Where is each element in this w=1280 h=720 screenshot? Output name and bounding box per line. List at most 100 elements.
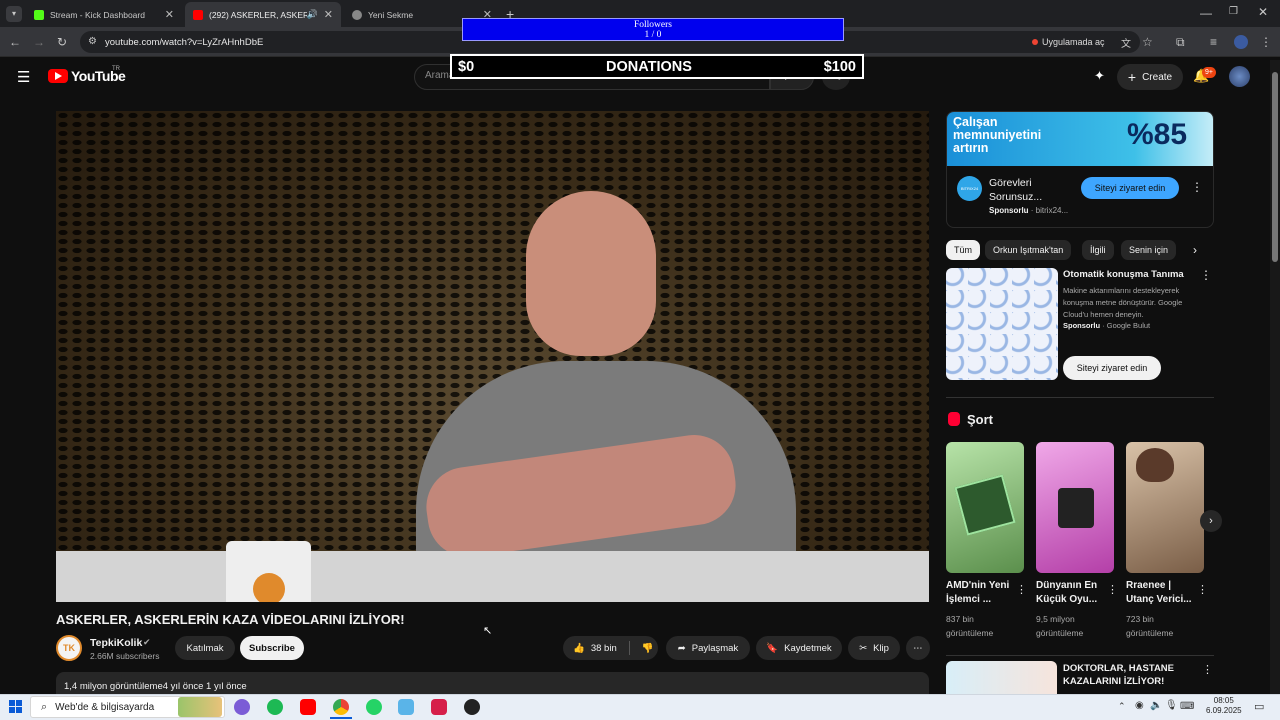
- channel-name[interactable]: TepkiKolik: [90, 637, 142, 649]
- ad2-title[interactable]: Otomatik konuşma Tanıma: [1063, 269, 1184, 280]
- obs-app-icon[interactable]: [464, 699, 480, 715]
- settings-app-icon[interactable]: [398, 699, 414, 715]
- sponsored-ad-card[interactable]: Çalışan memnuniyetini artırın %85 BITRIX…: [946, 111, 1214, 228]
- reload-icon[interactable]: ↻: [57, 35, 67, 49]
- ad-sponsor-line: Sponsorlu · bitrix24...: [989, 206, 1069, 215]
- forward-icon[interactable]: →: [33, 35, 45, 49]
- vivaldi-app-icon[interactable]: [431, 699, 447, 715]
- subscribe-button[interactable]: Subscribe: [240, 636, 304, 660]
- chrome-menu-icon[interactable]: ⋮: [1260, 35, 1272, 49]
- donations-overlay: $0 DONATIONS $100: [450, 54, 864, 79]
- dislike-button[interactable]: 👎: [642, 643, 654, 654]
- thumbs-up-icon: 👍: [573, 642, 585, 654]
- next-video-thumbnail[interactable]: [946, 661, 1057, 694]
- like-dislike-group: 👍 38 bin 👎: [563, 636, 658, 660]
- translate-icon[interactable]: 文: [1121, 35, 1131, 50]
- back-icon[interactable]: ←: [9, 35, 21, 49]
- short-title[interactable]: Rraenee | Utanç Verici...: [1126, 579, 1196, 607]
- short-menu-icon[interactable]: ⋮: [1107, 583, 1118, 596]
- tray-chevron-icon[interactable]: ⌃: [1118, 701, 1126, 712]
- network-icon[interactable]: ◉: [1135, 700, 1144, 711]
- followers-overlay: Followers 1 / 0: [462, 18, 844, 41]
- youtube-favicon-icon: [193, 9, 203, 20]
- volume-icon[interactable]: 🔈: [1150, 700, 1162, 711]
- notification-center-icon[interactable]: ▭: [1254, 700, 1264, 713]
- microphone-tray-icon[interactable]: 🎙: [1165, 700, 1178, 711]
- share-button[interactable]: ➦ Paylaşmak: [666, 636, 750, 660]
- video-title: ASKERLER, ASKERLERİN KAZA VİDEOLARINI İZ…: [56, 612, 405, 627]
- ad2-menu-icon[interactable]: ⋮: [1200, 268, 1212, 282]
- profile-avatar-icon[interactable]: [1234, 35, 1248, 49]
- close-tab-icon[interactable]: ✕: [165, 8, 174, 21]
- hamburger-menu-icon[interactable]: ☰: [17, 68, 30, 86]
- extensions-icon[interactable]: ⧉: [1176, 35, 1185, 50]
- scrollbar-thumb[interactable]: [1272, 72, 1278, 262]
- close-tab-icon[interactable]: ✕: [324, 8, 333, 21]
- site-info-icon[interactable]: ⚙: [88, 36, 97, 47]
- chips-next-chevron-icon[interactable]: ›: [1193, 243, 1197, 257]
- clock-time: 08:05: [1213, 696, 1234, 705]
- chip-related[interactable]: İlgili: [1082, 240, 1114, 260]
- app-dot-icon: [1032, 39, 1038, 45]
- chip-all[interactable]: Tüm: [946, 240, 980, 260]
- short-title[interactable]: Dünyanın En Küçük Oyu...: [1036, 579, 1106, 607]
- tab-kick-dashboard[interactable]: Stream - Kick Dashboard ✕: [26, 2, 182, 27]
- chrome-favicon-icon: [352, 9, 362, 20]
- open-in-app-button[interactable]: Uygulamada aç: [1026, 34, 1111, 50]
- section-divider: [946, 397, 1214, 398]
- url-text[interactable]: youtube.com/watch?v=LyZrAHnhDbE: [105, 37, 263, 48]
- short-title[interactable]: AMD'nin Yeni İşlemci ...: [946, 579, 1012, 607]
- donations-min: $0: [458, 58, 475, 75]
- audio-playing-icon[interactable]: 🔊: [307, 9, 318, 20]
- ad-thumbnail[interactable]: [946, 268, 1058, 380]
- clip-button[interactable]: ✂ Klip: [848, 636, 900, 660]
- account-avatar[interactable]: [1229, 66, 1250, 87]
- next-video-title[interactable]: DOKTORLAR, HASTANE KAZALARINI İZLİYOR!: [1063, 662, 1193, 688]
- tab-youtube-video[interactable]: (292) ASKERLER, ASKERLERİ 🔊 ✕: [185, 2, 341, 27]
- bookmark-star-icon[interactable]: ☆: [1142, 35, 1153, 49]
- close-window-icon[interactable]: ✕: [1258, 5, 1268, 19]
- shorts-next-chevron-icon[interactable]: ›: [1200, 510, 1222, 532]
- ad-title[interactable]: Görevleri Sorunsuz...: [989, 176, 1074, 204]
- video-player[interactable]: [56, 111, 929, 602]
- save-button[interactable]: 🔖 Kaydetmek: [756, 636, 842, 660]
- more-actions-button[interactable]: ⋯: [906, 636, 930, 660]
- join-button[interactable]: Katılmak: [175, 636, 235, 660]
- minimize-icon[interactable]: —: [1200, 6, 1212, 20]
- like-button[interactable]: 👍 38 bin: [573, 643, 617, 654]
- ad2-sponsor-line: Sponsorlu · Google Bulut: [1063, 321, 1151, 330]
- visit-site-button[interactable]: Siteyi ziyaret edin: [1081, 177, 1179, 199]
- chip-for-you[interactable]: Senin için: [1121, 240, 1177, 260]
- short-thumbnail[interactable]: [1126, 442, 1204, 573]
- ad-menu-icon[interactable]: ⋮: [1191, 180, 1203, 194]
- spotify-app-icon[interactable]: [267, 699, 283, 715]
- kick-favicon-icon: [34, 9, 44, 20]
- advertiser-logo[interactable]: BITRIX24: [957, 176, 982, 201]
- next-video-menu-icon[interactable]: ⋮: [1202, 663, 1213, 676]
- mini-pc-shape: [1058, 488, 1094, 528]
- chrome-app-icon[interactable]: [333, 699, 349, 715]
- chip-from-channel[interactable]: Orkun Işıtmak'tan: [985, 240, 1072, 260]
- premium-icon[interactable]: ✦: [1094, 68, 1105, 84]
- create-button[interactable]: + Create: [1117, 64, 1183, 90]
- short-menu-icon[interactable]: ⋮: [1197, 583, 1208, 596]
- whatsapp-app-icon[interactable]: [366, 699, 382, 715]
- media-controls-icon[interactable]: ≡: [1210, 35, 1217, 49]
- short-thumbnail[interactable]: [1036, 442, 1114, 573]
- short-views: 9,5 milyon görüntüleme: [1036, 614, 1084, 638]
- youtube-app-icon[interactable]: [300, 699, 316, 715]
- windows-start-icon[interactable]: [9, 700, 22, 713]
- restore-icon[interactable]: ❐: [1229, 6, 1238, 17]
- taskbar-clock[interactable]: 08:05 6.09.2025: [1206, 696, 1242, 716]
- channel-avatar[interactable]: TK: [56, 635, 82, 661]
- short-views: 723 bin görüntüleme: [1126, 614, 1174, 638]
- tab-search-icon[interactable]: ▾: [6, 6, 22, 22]
- messenger-app-icon[interactable]: [234, 699, 250, 715]
- short-menu-icon[interactable]: ⋮: [1016, 583, 1027, 596]
- subscriber-count: 2.66M subscribers: [90, 651, 160, 661]
- table-surface: [56, 551, 929, 602]
- ad2-visit-site-button[interactable]: Siteyi ziyaret edin: [1063, 356, 1161, 380]
- keyboard-icon[interactable]: ⌨: [1180, 701, 1194, 712]
- shorts-heading: Şort: [967, 412, 993, 427]
- short-thumbnail[interactable]: [946, 442, 1024, 573]
